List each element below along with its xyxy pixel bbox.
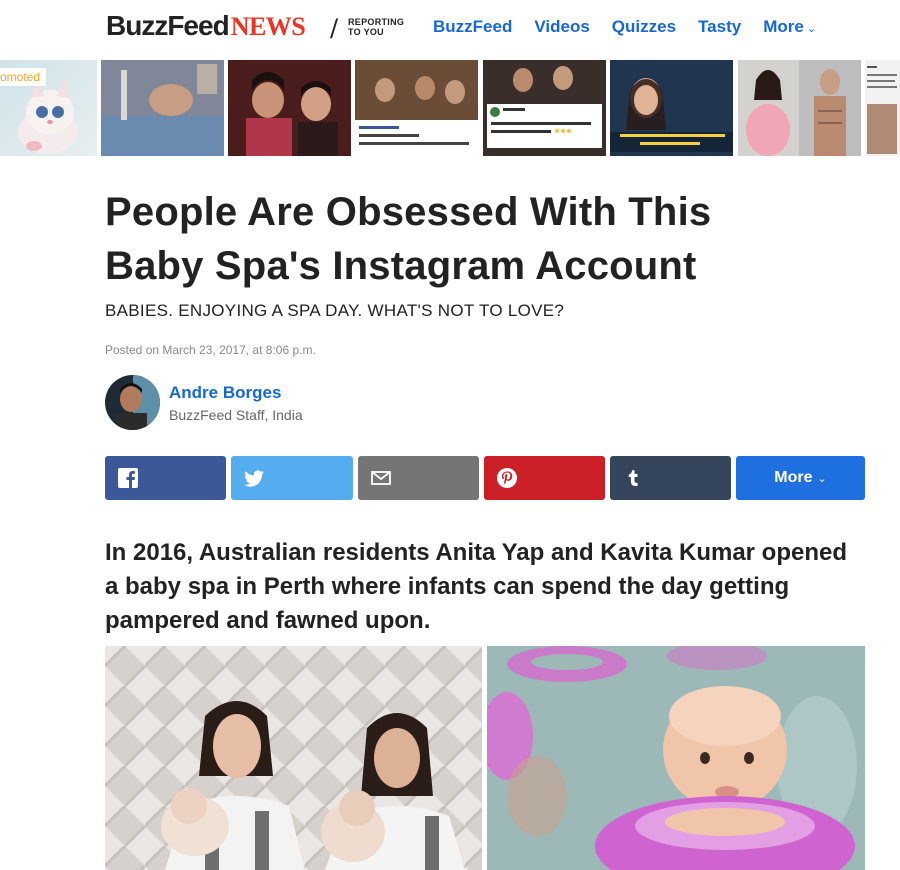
author-role: BuzzFeed Staff, India bbox=[169, 407, 303, 423]
tweet-selfie-image bbox=[483, 60, 606, 156]
share-twitter-button[interactable] bbox=[231, 456, 353, 500]
thumb-tv-actors-story[interactable] bbox=[228, 60, 351, 156]
article-title: People Are Obsessed With This Baby Spa's… bbox=[105, 185, 805, 293]
share-more-button[interactable]: More ⌄ bbox=[736, 456, 865, 500]
share-facebook-button[interactable] bbox=[105, 456, 226, 500]
partial-story-image bbox=[865, 60, 900, 156]
thumb-kitten-promoted[interactable]: omoted bbox=[0, 60, 97, 156]
tagline-line-2: TO YOU bbox=[348, 27, 384, 37]
nav-link-buzzfeed[interactable]: BuzzFeed bbox=[433, 17, 512, 37]
main-nav: BuzzFeed Videos Quizzes Tasty More ⌄ bbox=[433, 17, 838, 37]
baby-in-pool-float-photo bbox=[487, 646, 865, 870]
tagline-line-1: REPORTING bbox=[348, 17, 405, 27]
envelope-icon bbox=[371, 471, 391, 485]
nav-link-quizzes[interactable]: Quizzes bbox=[612, 17, 676, 37]
author-avatar-photo bbox=[105, 375, 160, 430]
article-lede: In 2016, Australian residents Anita Yap … bbox=[105, 539, 848, 634]
hospital-image bbox=[101, 60, 224, 156]
article-title-line-1: People Are Obsessed With This bbox=[105, 190, 712, 234]
nav-link-videos[interactable]: Videos bbox=[534, 17, 589, 37]
article-photo-founders bbox=[105, 646, 482, 870]
navratri-image bbox=[610, 60, 733, 156]
top-navigation: BuzzFeed NEWS / REPORTING TO YOU BuzzFee… bbox=[0, 0, 900, 56]
share-pinterest-button[interactable] bbox=[484, 456, 605, 500]
founders-with-babies-photo bbox=[105, 646, 482, 870]
share-email-button[interactable] bbox=[358, 456, 479, 500]
promoted-badge: omoted bbox=[0, 68, 47, 86]
thumb-tweet-story[interactable] bbox=[483, 60, 606, 156]
share-tumblr-button[interactable] bbox=[610, 456, 731, 500]
tumblr-icon bbox=[628, 470, 638, 486]
share-more-label: More bbox=[774, 469, 813, 486]
chevron-down-icon: ⌄ bbox=[817, 472, 827, 485]
thumb-celebrity-story[interactable] bbox=[738, 60, 861, 156]
facebook-icon bbox=[118, 468, 138, 488]
thumb-partial-story[interactable] bbox=[865, 60, 900, 156]
article-photo-baby-float bbox=[487, 646, 865, 870]
logo-divider-slash: / bbox=[330, 14, 339, 42]
nav-more-label: More bbox=[763, 17, 804, 36]
nav-more-menu[interactable]: More ⌄ bbox=[763, 17, 816, 37]
celebrity-image bbox=[738, 60, 861, 156]
logo-news-text: NEWS bbox=[230, 12, 306, 41]
logo-buzzfeed-text: BuzzFeed bbox=[106, 10, 230, 41]
tv-actors-image bbox=[228, 60, 351, 156]
pinterest-icon bbox=[497, 468, 517, 488]
author-name-link[interactable]: Andre Borges bbox=[169, 383, 281, 403]
related-stories-strip: omoted bbox=[0, 60, 900, 156]
chevron-down-icon: ⌄ bbox=[806, 23, 817, 35]
buzzfeed-news-logo[interactable]: BuzzFeed NEWS bbox=[106, 10, 306, 42]
thumb-navratri-story[interactable] bbox=[610, 60, 733, 156]
article-dek: BABIES. ENJOYING A SPA DAY. WHAT'S NOT T… bbox=[105, 301, 565, 320]
author-avatar[interactable] bbox=[105, 375, 160, 430]
nav-link-tasty[interactable]: Tasty bbox=[698, 17, 741, 37]
plastic-bags-image bbox=[355, 60, 478, 156]
posted-timestamp: Posted on March 23, 2017, at 8:06 p.m. bbox=[105, 343, 316, 357]
twitter-bird-icon bbox=[244, 470, 264, 487]
thumb-plastic-bags-story[interactable] bbox=[355, 60, 478, 156]
thumb-hospital-story[interactable] bbox=[101, 60, 224, 156]
reporting-to-you-tagline: REPORTING TO YOU bbox=[348, 17, 418, 37]
article-title-line-2: Baby Spa's Instagram Account bbox=[105, 244, 697, 288]
